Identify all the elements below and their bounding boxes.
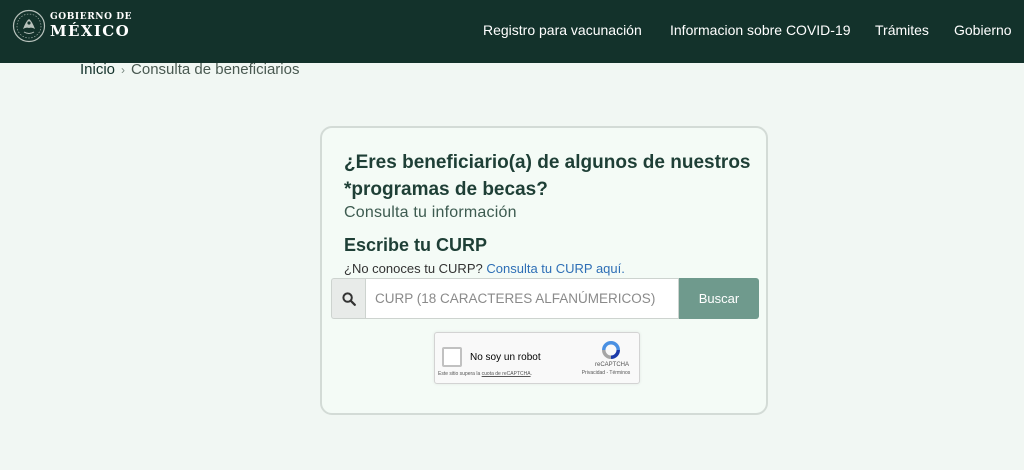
page-title: ¿Eres beneficiario(a) de algunos de nues… (344, 152, 751, 200)
logo-line2: MÉXICO (50, 22, 131, 40)
recaptcha-quota-prefix: Este sitio supera la (438, 371, 481, 377)
curp-help-question: ¿No conoces tu CURP? (344, 261, 483, 276)
recaptcha-checkbox[interactable] (442, 347, 462, 367)
curp-input[interactable] (365, 278, 679, 319)
breadcrumb-current: Consulta de beneficiarios (131, 61, 300, 78)
breadcrumb: Inicio › Consulta de beneficiarios (80, 61, 299, 78)
recaptcha-quota-link[interactable]: cuota de reCAPTCHA (482, 371, 531, 377)
nav-link-tramites[interactable]: Trámites (875, 22, 929, 38)
search-icon (331, 278, 365, 319)
logo-line1: GOBIERNO DE (50, 12, 133, 22)
curp-search-group: Buscar (331, 278, 759, 319)
recaptcha-label: No soy un robot (470, 352, 541, 363)
breadcrumb-separator: › (121, 63, 126, 77)
nav-link-informacion-covid[interactable]: Informacion sobre COVID-19 (670, 22, 851, 38)
beneficiary-lookup-card: ¿Eres beneficiario(a) de algunos de nues… (320, 126, 768, 415)
page-subtitle: Consulta tu información (344, 204, 517, 221)
recaptcha-terms-link[interactable]: Privacidad - Términos (576, 370, 636, 376)
recaptcha-quota-suffix: . (530, 371, 532, 377)
nav-link-gobierno[interactable]: Gobierno (954, 22, 1012, 38)
national-seal-icon (12, 9, 46, 43)
recaptcha-brand: reCAPTCHA (594, 362, 629, 368)
curp-heading: Escribe tu CURP (344, 235, 488, 255)
consulta-curp-link[interactable]: Consulta tu CURP aquí. (486, 261, 625, 276)
search-button[interactable]: Buscar (679, 278, 759, 319)
breadcrumb-home-link[interactable]: Inicio (80, 61, 115, 78)
recaptcha-quota-notice: Este sitio supera la cuota de reCAPTCHA. (438, 371, 532, 377)
top-navbar: GOBIERNO DE MÉXICO Registro para vacunac… (0, 0, 1024, 63)
gobierno-de-mexico-logo[interactable]: GOBIERNO DE MÉXICO (12, 9, 132, 43)
recaptcha-logo-icon (602, 341, 620, 359)
curp-help-text: ¿No conoces tu CURP? Consulta tu CURP aq… (344, 261, 625, 276)
nav-link-registro-vacunacion[interactable]: Registro para vacunación (483, 22, 642, 38)
recaptcha-widget: No soy un robot reCAPTCHA Privacidad - T… (434, 332, 640, 384)
